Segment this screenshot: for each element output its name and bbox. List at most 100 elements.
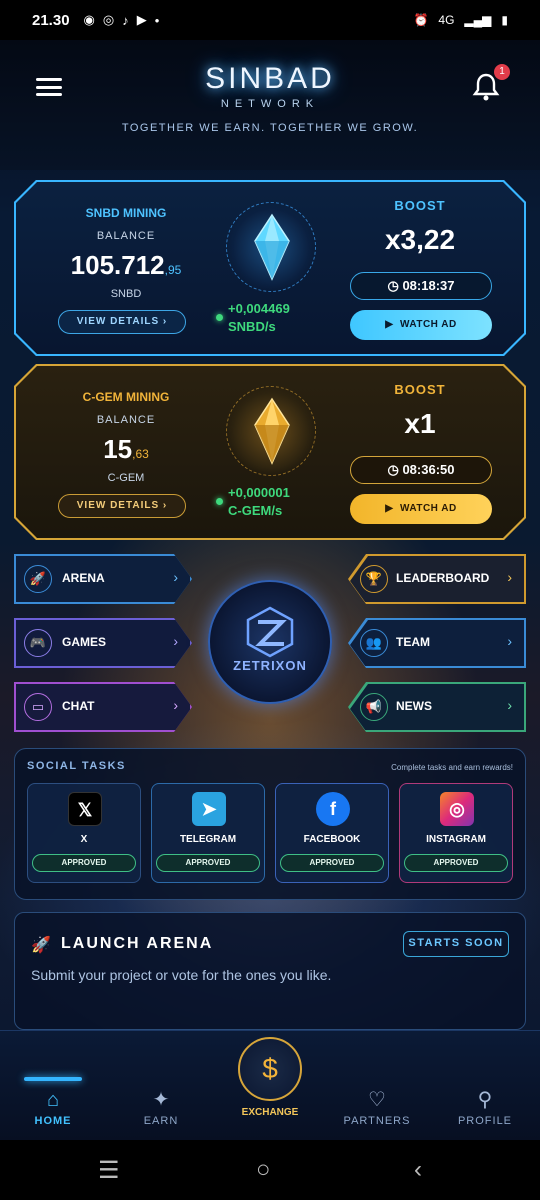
chevron-right-icon: › — [507, 697, 512, 713]
telegram-logo-icon: ➤ — [192, 792, 226, 826]
snbd-crystal-icon — [226, 202, 316, 292]
nav-leaderboard-button[interactable]: 🏆 LEADERBOARD › — [348, 554, 526, 604]
home-circle-icon[interactable]: ○ — [256, 1156, 271, 1184]
tab-home-label: HOME — [34, 1115, 72, 1127]
back-icon[interactable]: ‹ — [414, 1156, 422, 1184]
snbd-rate-value: +0,004469 — [228, 301, 290, 316]
approved-badge: APPROVED — [156, 854, 260, 872]
sparkle-icon: ✦ — [152, 1089, 170, 1111]
cgem-balance-dec: ,63 — [132, 447, 149, 461]
cgem-boost-label: BOOST — [394, 382, 446, 397]
cgem-crystal-icon — [226, 386, 316, 476]
nav-games-button[interactable]: 🎮 GAMES › — [14, 618, 192, 668]
clock-icon: ◷ — [387, 462, 399, 477]
megaphone-icon: 📢 — [360, 693, 388, 721]
chevron-right-icon: › — [507, 569, 512, 585]
snbd-boost-timer: ◷ 08:18:37 — [350, 272, 492, 300]
cgem-balance-int: 15 — [103, 434, 133, 464]
cgem-mining-title: C-GEM MINING — [82, 390, 170, 404]
nav-leaderboard-label: LEADERBOARD — [396, 571, 490, 585]
nav-news-label: NEWS — [396, 699, 432, 713]
approved-badge: APPROVED — [404, 854, 508, 872]
network-label: 4G — [438, 13, 455, 27]
snbd-watch-ad-button[interactable]: ▶ WATCH AD — [350, 310, 492, 340]
tab-home[interactable]: ⌂ HOME — [8, 1085, 98, 1127]
zetrixon-logo[interactable] — [208, 580, 332, 704]
approved-badge: APPROVED — [280, 854, 384, 872]
launch-arena-title: LAUNCH ARENA — [61, 935, 214, 952]
gamepad-icon: 🎮 — [24, 629, 52, 657]
snbd-boost-label: BOOST — [394, 198, 446, 213]
cgem-view-details-button[interactable]: VIEW DETAILS › — [58, 494, 186, 518]
rocket-icon: 🚀 — [31, 937, 51, 954]
snbd-watch-label: WATCH AD — [399, 319, 457, 330]
recent-apps-icon[interactable]: ☰ — [98, 1156, 120, 1185]
social-card-telegram[interactable]: ➤ TELEGRAM APPROVED — [151, 783, 265, 883]
tab-exchange-label: EXCHANGE — [241, 1107, 299, 1118]
social-card-x[interactable]: 𝕏 X APPROVED — [27, 783, 141, 883]
social-card-name: X — [80, 834, 88, 845]
tab-earn-label: EARN — [143, 1115, 179, 1127]
approved-badge: APPROVED — [32, 854, 136, 872]
clock-icon: ◷ — [387, 278, 399, 293]
tiktok-icon: ♪ — [122, 12, 129, 28]
play-icon: ▶ — [385, 319, 394, 330]
social-tasks-section: SOCIAL TASKS Complete tasks and earn rew… — [14, 748, 526, 900]
play-icon: ▶ — [385, 503, 394, 514]
nav-arena-label: ARENA — [62, 571, 105, 585]
chevron-right-icon: › — [173, 633, 178, 649]
system-nav-bar: ☰ ○ ‹ — [0, 1140, 540, 1200]
nav-arena-button[interactable]: 🚀 ARENA › — [14, 554, 192, 604]
nav-chat-button[interactable]: ▭ CHAT › — [14, 682, 192, 732]
social-tasks-subheading: Complete tasks and earn rewards! — [391, 763, 513, 772]
handshake-icon: ♡ — [368, 1089, 386, 1111]
snbd-balance-dec: ,95 — [164, 263, 182, 277]
cgem-boost-timer: ◷ 08:36:50 — [350, 456, 492, 484]
alarm-icon: ⏰ — [413, 13, 429, 27]
zetrixon-label: ZETRIXON — [233, 658, 307, 673]
snbd-mining-panel: SNBD MINING BALANCE 105.712,95 SNBD VIEW… — [14, 180, 526, 356]
cgem-rate-dot-icon — [216, 498, 223, 505]
social-card-instagram[interactable]: ◎ INSTAGRAM APPROVED — [399, 783, 513, 883]
signal-icon: ▂▄▆ — [464, 13, 492, 27]
snbd-balance-label: BALANCE — [96, 230, 156, 242]
social-card-name: INSTAGRAM — [426, 834, 486, 845]
snbd-boost-value: x3,22 — [384, 224, 456, 255]
nav-news-button[interactable]: 📢 NEWS › — [348, 682, 526, 732]
launch-arena-card[interactable]: 🚀 LAUNCH ARENA STARTS SOON Submit your p… — [14, 912, 526, 1030]
chevron-right-icon: › — [173, 697, 178, 713]
cgem-unit: C-GEM — [107, 472, 145, 484]
launch-arena-description: Submit your project or vote for the ones… — [31, 967, 332, 983]
youtube-icon: ▶ — [136, 12, 147, 27]
brand-subtitle: NETWORK — [220, 98, 320, 110]
snbd-timer-value: 08:18:37 — [402, 278, 455, 293]
tab-profile[interactable]: ⚲ PROFILE — [440, 1085, 530, 1127]
tab-earn[interactable]: ✦ EARN — [116, 1085, 206, 1127]
snbd-view-details-button[interactable]: VIEW DETAILS › — [58, 310, 186, 334]
exchange-icon[interactable]: $ — [238, 1037, 302, 1101]
cgem-rate-value: +0,000001 — [228, 485, 290, 500]
cgem-watch-label: WATCH AD — [399, 503, 457, 514]
cgem-rate-unit: C-GEM/s — [228, 503, 283, 518]
snbd-balance-value: 105.712,95 — [36, 250, 216, 281]
active-tab-indicator — [24, 1077, 82, 1081]
snbd-balance-int: 105.712 — [70, 250, 165, 280]
cgem-boost-value: x1 — [404, 408, 436, 439]
bottom-nav: ⌂ HOME ✦ EARN $ EXCHANGE ♡ PARTNERS ⚲ PR… — [0, 1030, 540, 1140]
social-card-facebook[interactable]: f FACEBOOK APPROVED — [275, 783, 389, 883]
tab-partners-label: PARTNERS — [343, 1115, 411, 1127]
cgem-watch-ad-button[interactable]: ▶ WATCH AD — [350, 494, 492, 524]
instagram-logo-icon: ◎ — [440, 792, 474, 826]
status-bar: 21.30 ◉ ◎ ♪ ▶ • ⏰ 4G ▂▄▆ ▮ — [0, 0, 540, 40]
nav-chat-label: CHAT — [62, 699, 95, 713]
tab-profile-label: PROFILE — [457, 1115, 513, 1127]
notification-badge: 1 — [494, 64, 510, 80]
team-users-icon: 👥 — [360, 629, 388, 657]
status-time: 21.30 — [32, 11, 70, 29]
cgem-mining-panel: C-GEM MINING BALANCE 15,63 C-GEM VIEW DE… — [14, 364, 526, 540]
facebook-logo-icon: f — [316, 792, 350, 826]
nav-team-button[interactable]: 👥 TEAM › — [348, 618, 526, 668]
tab-partners[interactable]: ♡ PARTNERS — [332, 1085, 422, 1127]
rocket-icon: 🚀 — [24, 565, 52, 593]
chevron-right-icon: › — [173, 569, 178, 585]
